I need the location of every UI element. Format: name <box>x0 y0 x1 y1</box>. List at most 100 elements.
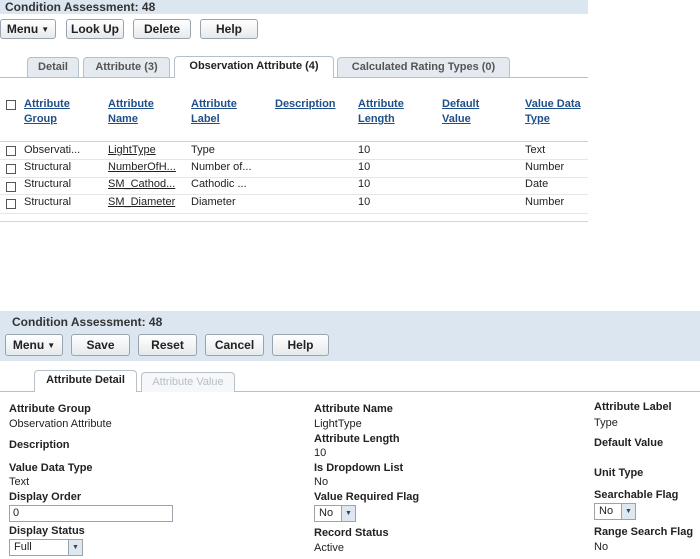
col-label-line1: Description <box>275 98 336 110</box>
cell-type: Date <box>525 178 549 190</box>
lookup-button[interactable]: Look Up <box>66 19 124 39</box>
col-description[interactable]: Description <box>275 97 336 112</box>
value-data-type-label: Value Data Type <box>9 462 93 474</box>
cell-group: Structural <box>24 196 72 208</box>
select-all-checkbox[interactable] <box>6 100 16 110</box>
col-default-value[interactable]: Default Value <box>442 97 479 127</box>
tab-calculated-rating-types[interactable]: Calculated Rating Types (0) <box>337 57 510 77</box>
cell-name-link[interactable]: NumberOfH... <box>108 161 176 173</box>
col-label-line1: Value Data <box>525 98 581 110</box>
col-value-data-type[interactable]: Value Data Type <box>525 97 581 127</box>
col-attribute-name[interactable]: Attribute Name <box>108 97 154 127</box>
bottom-page-title: Condition Assessment: 48 <box>12 315 163 329</box>
menu-dropdown-icon: ▼ <box>47 341 56 350</box>
value-required-value: No <box>319 507 334 519</box>
row-checkbox[interactable] <box>6 199 16 209</box>
cell-group: Structural <box>24 161 72 173</box>
row-checkbox[interactable] <box>6 146 16 156</box>
tab-detail[interactable]: Detail <box>27 57 79 77</box>
display-order-label: Display Order <box>9 491 82 503</box>
searchable-label: Searchable Flag <box>594 489 679 501</box>
searchable-select[interactable]: No ▼ <box>594 503 636 520</box>
cell-name-link[interactable]: SM_Cathod... <box>108 178 175 190</box>
attribute-group-value: Observation Attribute <box>9 418 112 430</box>
value-required-label: Value Required Flag <box>314 491 420 503</box>
top-menu-button[interactable]: Menu ▼ <box>0 19 56 39</box>
triangle-down-icon: ▼ <box>621 504 635 519</box>
display-status-select[interactable]: Full ▼ <box>9 539 83 556</box>
cell-length: 10 <box>358 196 371 208</box>
top-help-button[interactable]: Help <box>200 19 258 39</box>
col-label-line1: Default <box>442 98 480 110</box>
cell-type: Text <box>525 144 546 156</box>
attribute-label-value: Type <box>594 417 618 429</box>
attribute-label-label: Attribute Label <box>594 401 672 413</box>
tab-attribute-detail[interactable]: Attribute Detail <box>34 370 137 392</box>
description-label: Description <box>9 439 70 451</box>
unit-type-label: Unit Type <box>594 467 644 479</box>
cell-label: Number of... <box>191 161 252 173</box>
col-label-line2: Type <box>525 113 550 125</box>
attribute-name-value: LightType <box>314 418 362 430</box>
delete-button[interactable]: Delete <box>133 19 191 39</box>
searchable-value: No <box>599 505 614 517</box>
row-divider <box>0 159 588 160</box>
col-label-line1: Attribute <box>108 98 154 110</box>
value-required-select[interactable]: No ▼ <box>314 505 356 522</box>
record-status-value: Active <box>314 542 344 554</box>
attribute-group-label: Attribute Group <box>9 403 91 415</box>
attribute-length-value: 10 <box>314 447 327 459</box>
col-attribute-label[interactable]: Attribute Label <box>191 97 237 127</box>
row-divider <box>0 177 588 178</box>
attribute-name-label: Attribute Name <box>314 403 393 415</box>
value-data-type-value: Text <box>9 476 30 488</box>
header-divider <box>0 141 588 142</box>
cell-label: Cathodic ... <box>191 178 247 190</box>
bottom-help-button[interactable]: Help <box>272 334 329 356</box>
col-label-line2: Group <box>24 113 57 125</box>
record-status-label: Record Status <box>314 527 389 539</box>
cell-group: Observati... <box>24 144 81 156</box>
is-dropdown-value: No <box>314 476 329 488</box>
col-label-line1: Attribute <box>358 98 404 110</box>
row-checkbox[interactable] <box>6 164 16 174</box>
col-label-line1: Attribute <box>24 98 70 110</box>
default-value-label: Default Value <box>594 437 664 449</box>
reset-button[interactable]: Reset <box>138 334 197 356</box>
triangle-down-icon: ▼ <box>341 506 355 521</box>
col-label-line2: Length <box>358 113 395 125</box>
cell-label: Diameter <box>191 196 236 208</box>
cell-length: 10 <box>358 161 371 173</box>
col-attribute-group[interactable]: Attribute Group <box>24 97 70 127</box>
cell-length: 10 <box>358 144 371 156</box>
top-page-title: Condition Assessment: 48 <box>5 0 156 14</box>
menu-label: Menu <box>12 338 45 352</box>
range-search-value: No <box>594 541 609 553</box>
bottom-menu-button[interactable]: Menu ▼ <box>5 334 63 356</box>
cancel-button[interactable]: Cancel <box>205 334 264 356</box>
row-checkbox[interactable] <box>6 182 16 192</box>
tab-attribute[interactable]: Attribute (3) <box>83 57 170 77</box>
cell-name-link[interactable]: SM_Diameter <box>108 196 175 208</box>
save-button[interactable]: Save <box>71 334 130 356</box>
cell-name-link[interactable]: LightType <box>108 144 156 156</box>
display-order-input[interactable]: 0 <box>9 505 173 522</box>
tab-observation-attribute[interactable]: Observation Attribute (4) <box>174 56 334 78</box>
range-search-label: Range Search Flag <box>594 526 694 538</box>
cell-group: Structural <box>24 178 72 190</box>
row-divider <box>0 194 588 195</box>
col-attribute-length[interactable]: Attribute Length <box>358 97 404 127</box>
display-status-label: Display Status <box>9 525 85 537</box>
table-bottom-border <box>0 221 588 222</box>
row-divider <box>0 213 588 214</box>
col-label-line2: Name <box>108 113 138 125</box>
is-dropdown-label: Is Dropdown List <box>314 462 404 474</box>
attribute-length-label: Attribute Length <box>314 433 400 445</box>
tab-attribute-value: Attribute Value <box>141 372 235 392</box>
display-status-value: Full <box>14 541 32 553</box>
cell-type: Number <box>525 161 565 173</box>
col-label-line1: Attribute <box>191 98 237 110</box>
menu-dropdown-icon: ▼ <box>41 25 50 34</box>
cell-label: Type <box>191 144 215 156</box>
cell-length: 10 <box>358 178 371 190</box>
